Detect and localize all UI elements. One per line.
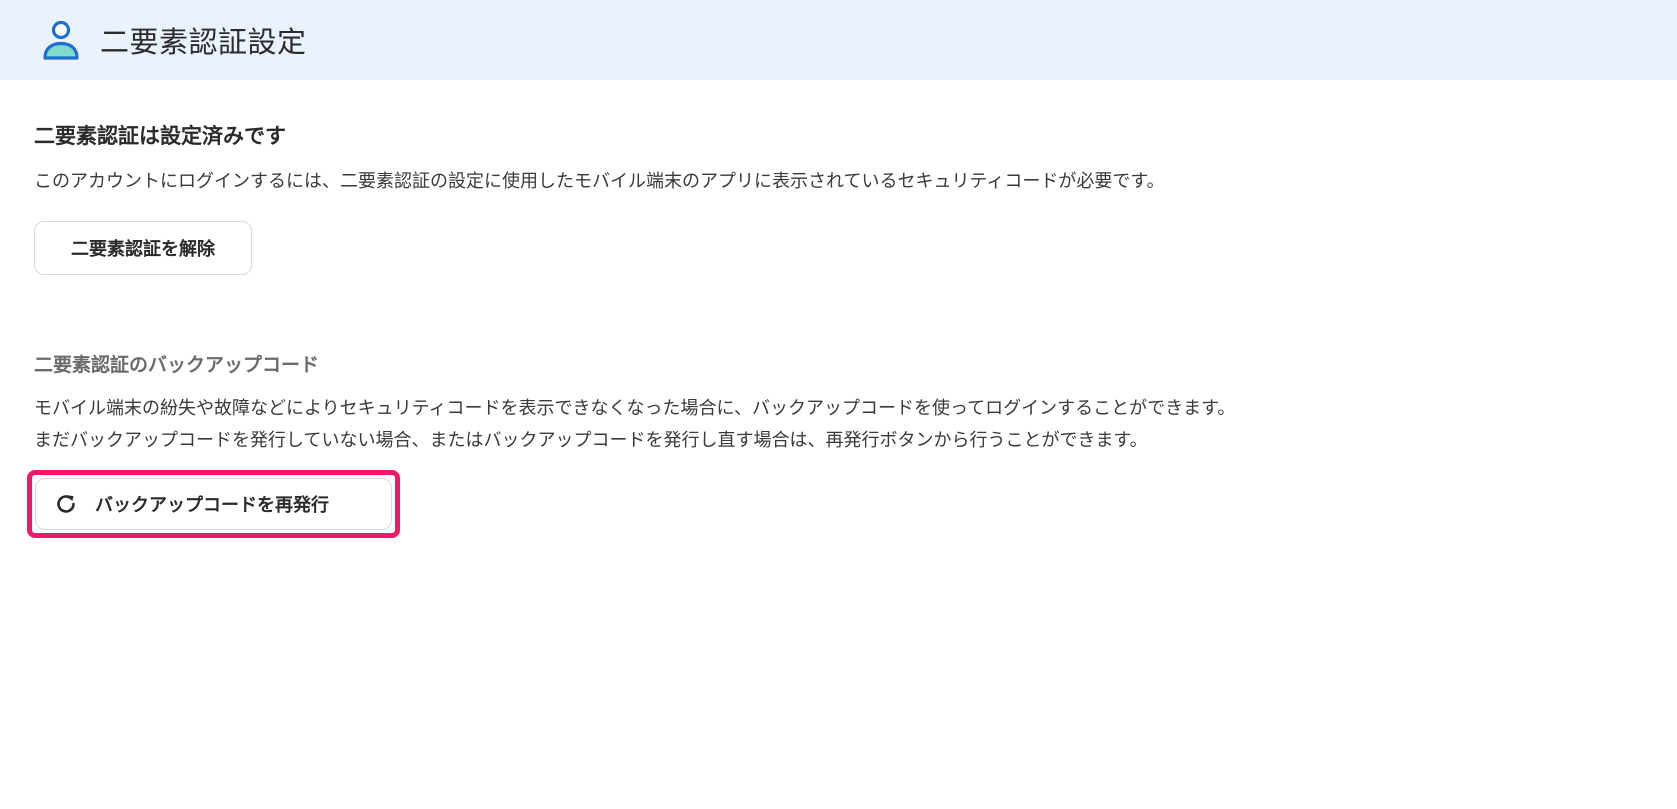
reissue-backup-codes-button[interactable]: バックアップコードを再発行 <box>35 478 392 530</box>
disable-two-factor-button-label: 二要素認証を解除 <box>71 239 215 260</box>
backup-codes-description: モバイル端末の紛失や故障などによりセキュリティコードを表示できなくなった場合に、… <box>34 393 1235 457</box>
disable-two-factor-button[interactable]: 二要素認証を解除 <box>34 221 252 275</box>
refresh-icon <box>53 491 79 517</box>
backup-codes-title: 二要素認証のバックアップコード <box>34 354 320 376</box>
backup-codes-description-line2: まだバックアップコードを発行していない場合、またはバックアップコードを発行し直す… <box>34 430 1148 451</box>
page-header: 二要素認証設定 <box>0 0 1677 80</box>
page-title: 二要素認証設定 <box>100 25 307 59</box>
user-icon <box>40 18 82 62</box>
two-factor-status-title: 二要素認証は設定済みです <box>34 124 286 148</box>
backup-codes-description-line1: モバイル端末の紛失や故障などによりセキュリティコードを表示できなくなった場合に、… <box>34 398 1236 419</box>
reissue-backup-codes-button-label: バックアップコードを再発行 <box>95 495 329 516</box>
two-factor-status-description: このアカウントにログインするには、二要素認証の設定に使用したモバイル端末のアプリ… <box>34 171 1165 192</box>
